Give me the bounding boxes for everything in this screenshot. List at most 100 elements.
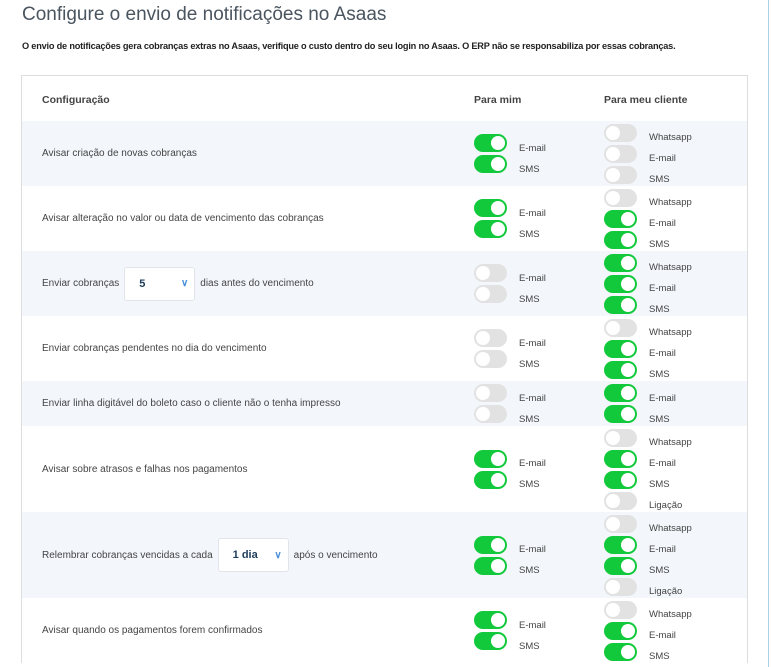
toggle-sms[interactable]: [474, 632, 507, 650]
table-body: Avisar criação de novas cobranças E-mail S…: [22, 121, 747, 663]
para-cliente-toggles: Whatsapp E-mail SMS: [604, 187, 714, 250]
toggle-whatsapp[interactable]: [604, 123, 637, 142]
toggle-sms[interactable]: [604, 470, 637, 489]
row-label: Enviar cobranças: [42, 278, 120, 289]
interval-select[interactable]: 1 dia ∨: [217, 538, 289, 572]
para-mim-toggles: E-mail SMS: [474, 610, 584, 652]
toggle-whatsapp[interactable]: [604, 600, 637, 619]
toggle-item: Ligação: [604, 490, 714, 511]
toggle-sms[interactable]: [604, 295, 637, 314]
toggle-item: SMS: [604, 359, 714, 380]
toggle-whatsapp[interactable]: [604, 514, 637, 533]
toggle-item: E-mail: [474, 133, 584, 154]
para-mim-toggles: E-mail SMS: [474, 448, 584, 490]
toggle-item: E-mail: [474, 383, 584, 404]
row-description: Avisar sobre atrasos e falhas nos pagame…: [42, 464, 248, 475]
para-cliente-toggles: Whatsapp E-mail SMS: [604, 599, 714, 662]
para-mim-toggles: E-mail SMS: [474, 133, 584, 175]
toggle-sms[interactable]: [604, 405, 637, 423]
para-cliente-toggles: E-mail SMS: [604, 383, 714, 425]
toggle-item: Whatsapp: [604, 187, 714, 208]
para-mim-toggles: E-mail SMS: [474, 328, 584, 370]
toggle-item: E-mail: [604, 338, 714, 359]
warning-text: O envio de notificações gera cobranças e…: [22, 41, 676, 51]
toggle-email[interactable]: [604, 274, 637, 293]
row-label: Avisar sobre atrasos e falhas nos pagame…: [42, 463, 248, 475]
toggle-sms[interactable]: [604, 642, 637, 661]
toggle-email[interactable]: [474, 611, 507, 629]
toggle-ligao[interactable]: [604, 491, 637, 510]
toggle-item: E-mail: [474, 328, 584, 349]
toggle-whatsapp[interactable]: [604, 188, 637, 207]
toggle-sms[interactable]: [474, 405, 507, 423]
toggle-item: E-mail: [604, 273, 714, 294]
header-para-mim: Para mim: [474, 94, 522, 106]
toggle-item: E-mail: [474, 610, 584, 631]
toggle-item: E-mail: [474, 448, 584, 469]
row-label: Enviar cobranças pendentes no dia do ven…: [42, 343, 267, 354]
toggle-sms[interactable]: [474, 556, 507, 575]
row-label: Avisar alteração no valor ou data de ven…: [42, 213, 324, 224]
table-row: Avisar alteração no valor ou data de ven…: [22, 186, 747, 251]
table-row: Enviar linha digitável do boleto caso o …: [22, 381, 747, 426]
toggle-sms[interactable]: [474, 155, 507, 173]
toggle-label: SMS: [519, 640, 540, 652]
toggle-email[interactable]: [604, 384, 637, 402]
row-description: Avisar criação de novas cobranças: [42, 148, 197, 159]
row-description: Enviar linha digitável do boleto caso o …: [42, 398, 341, 409]
toggle-email[interactable]: [604, 339, 637, 358]
toggle-item: E-mail: [604, 143, 714, 164]
toggle-item: SMS: [604, 641, 714, 662]
toggle-email[interactable]: [604, 535, 637, 554]
toggle-email[interactable]: [604, 144, 637, 163]
toggle-item: SMS: [474, 154, 584, 175]
interval-select[interactable]: 5 ∨: [124, 266, 196, 301]
toggle-email[interactable]: [474, 199, 507, 217]
toggle-email[interactable]: [604, 621, 637, 640]
toggle-whatsapp[interactable]: [604, 428, 637, 447]
toggle-email[interactable]: [474, 535, 507, 554]
toggle-sms[interactable]: [474, 220, 507, 238]
toggle-email[interactable]: [474, 384, 507, 402]
para-mim-toggles: E-mail SMS: [474, 383, 584, 425]
table-row: Relembrar cobranças vencidas a cada 1 dia…: [22, 512, 747, 598]
toggle-item: SMS: [604, 294, 714, 315]
toggle-sms[interactable]: [474, 470, 507, 489]
toggle-email[interactable]: [474, 264, 507, 282]
toggle-sms[interactable]: [604, 360, 637, 379]
toggle-email[interactable]: [474, 449, 507, 468]
toggle-email[interactable]: [604, 209, 637, 228]
toggle-sms[interactable]: [604, 165, 637, 184]
toggle-ligao[interactable]: [604, 577, 637, 596]
page-title: Configure o envio de notificações no Asa…: [22, 4, 387, 25]
toggle-sms[interactable]: [474, 285, 507, 303]
toggle-item: Whatsapp: [604, 252, 714, 273]
toggle-label: SMS: [519, 479, 540, 490]
toggle-item: E-mail: [604, 620, 714, 641]
toggle-item: SMS: [474, 469, 584, 490]
toggle-sms[interactable]: [604, 556, 637, 575]
table-row: Avisar sobre atrasos e falhas nos pagame…: [22, 426, 747, 512]
toggle-sms[interactable]: [604, 230, 637, 249]
row-label: Avisar criação de novas cobranças: [42, 148, 197, 159]
row-label: Relembrar cobranças vencidas a cada: [42, 549, 213, 561]
toggle-item: E-mail: [474, 198, 584, 219]
row-label-after: dias antes do vencimento: [200, 278, 314, 289]
toggle-whatsapp[interactable]: [604, 318, 637, 337]
table-row: Avisar quando os pagamentos forem confir…: [22, 598, 747, 663]
toggle-email[interactable]: [604, 449, 637, 468]
row-description: Relembrar cobranças vencidas a cada 1 dia…: [42, 538, 378, 572]
toggle-sms[interactable]: [474, 350, 507, 368]
toggle-email[interactable]: [474, 329, 507, 347]
header-config: Configuração: [42, 94, 110, 106]
toggle-item: SMS: [474, 404, 584, 425]
toggle-item: SMS: [604, 229, 714, 250]
para-mim-toggles: E-mail SMS: [474, 198, 584, 240]
toggle-item: E-mail: [474, 534, 584, 555]
toggle-item: SMS: [604, 555, 714, 576]
toggle-item: Whatsapp: [604, 599, 714, 620]
toggle-email[interactable]: [474, 134, 507, 152]
toggle-whatsapp[interactable]: [604, 253, 637, 272]
para-cliente-toggles: Whatsapp E-mail SMS Ligação: [604, 513, 714, 597]
toggle-item: SMS: [604, 469, 714, 490]
